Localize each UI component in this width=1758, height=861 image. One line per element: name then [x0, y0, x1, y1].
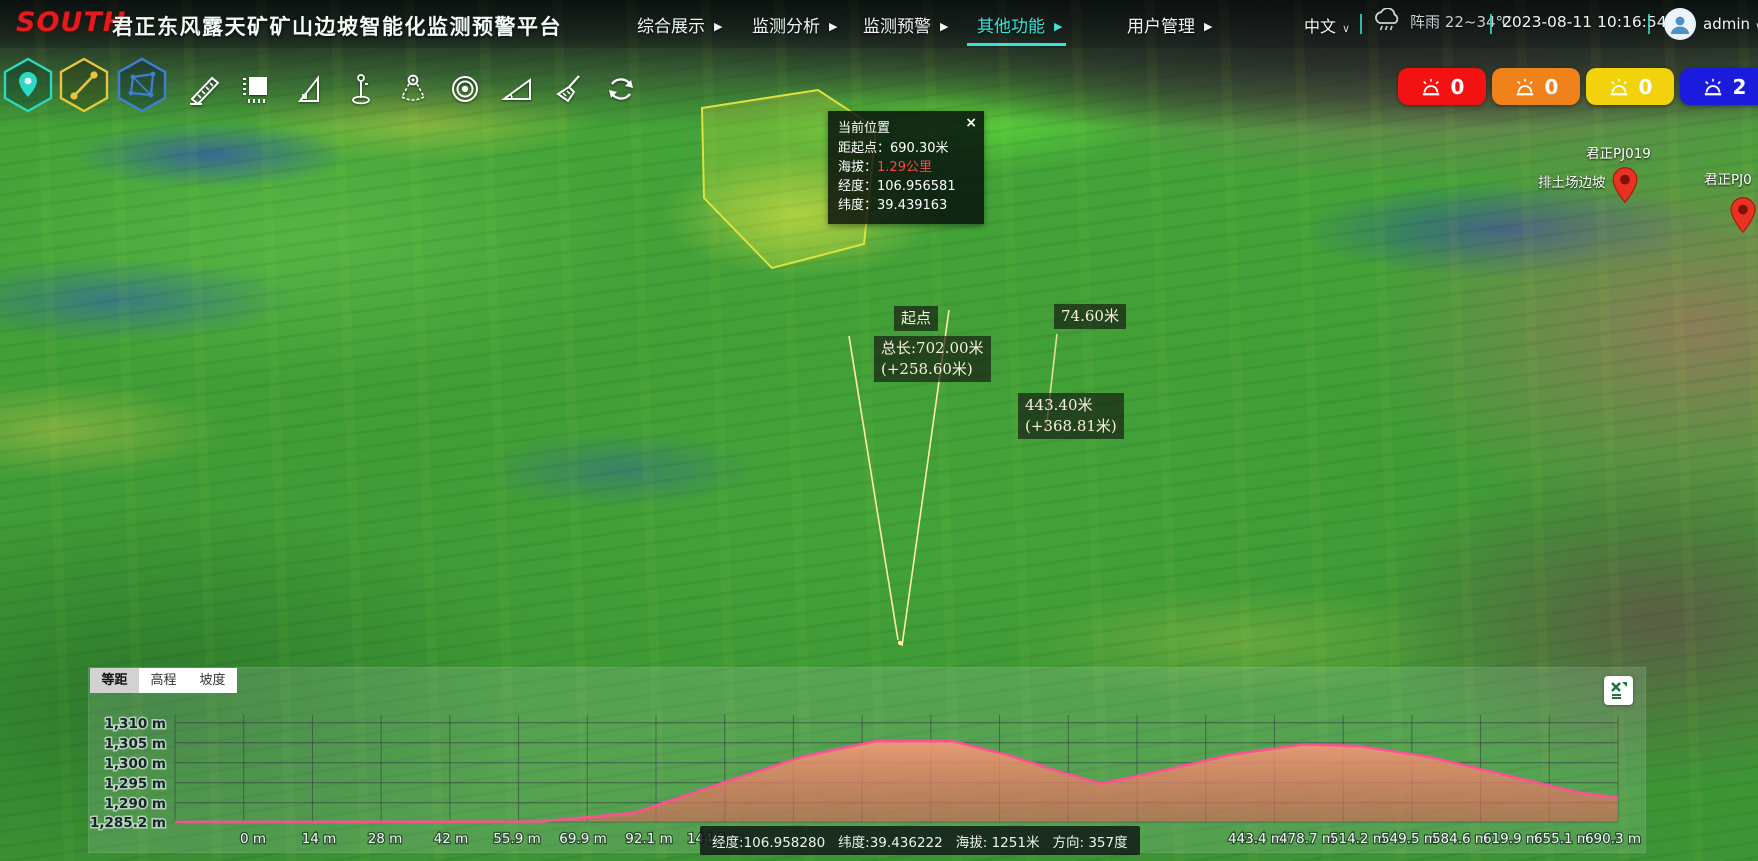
status-heading: 方向: 357度 [1052, 831, 1127, 851]
marker-label-pj0-clipped[interactable]: 君正PJ0 [1704, 168, 1752, 188]
nav-arrow-icon: ▶ [714, 20, 722, 33]
ruler-icon [188, 72, 222, 106]
refresh-icon [604, 72, 638, 106]
alarm-count: 0 [1545, 75, 1559, 99]
nav-monitoring-warning[interactable]: 监测预警▶ [863, 12, 948, 37]
tool-refresh-button[interactable] [604, 72, 638, 106]
nav-arrow-icon: ▶ [1054, 20, 1062, 33]
user-menu[interactable]: admin∨ [1703, 15, 1758, 33]
tool-ruler-button[interactable] [188, 72, 222, 106]
alarm-badge-red[interactable]: 0 [1398, 68, 1486, 105]
topbar-divider [1648, 14, 1650, 34]
map-pin-icon[interactable] [1730, 196, 1756, 234]
status-latitude: 纬度:39.436222 [838, 831, 943, 851]
measure-label-total: 总长:702.00米 (+258.60米) [874, 336, 991, 382]
map-pin-icon[interactable] [1612, 166, 1638, 204]
mode-measure-area-button[interactable] [116, 56, 168, 114]
alarm-count: 2 [1733, 75, 1747, 99]
view-cone-icon [396, 72, 430, 106]
tool-view-cone-button[interactable] [396, 72, 430, 106]
tooltip-title: 当前位置 [838, 119, 974, 138]
cursor-status-bar: 经度:106.958280 纬度:39.436222 海拔: 1251米 方向:… [700, 826, 1140, 855]
topbar-divider [1360, 14, 1362, 34]
tool-clear-broom-button[interactable] [552, 72, 586, 106]
measure-total-length: 总长:702.00米 [881, 338, 984, 359]
alarm-count: 0 [1451, 75, 1465, 99]
tab-slope[interactable]: 坡度 [188, 668, 237, 693]
measure-start-text: 起点 [901, 309, 931, 327]
nav-other-functions[interactable]: 其他功能▶ [977, 12, 1062, 37]
mode-measure-line-button[interactable] [58, 56, 110, 114]
chart-tabs: 等距 高程 坡度 [90, 668, 237, 693]
measure-label-segment1: 74.60米 [1054, 304, 1126, 329]
tool-height-triangle-button[interactable] [292, 72, 326, 106]
south-logo: SOUTH [16, 7, 126, 38]
measure-label-start: 起点 [894, 306, 938, 331]
siren-icon [1702, 77, 1724, 97]
current-position-tooltip: × 当前位置 距起点：690.30米 海拔：1.29公里 经度：106.9565… [828, 111, 984, 224]
tool-area-grid-button[interactable] [240, 72, 274, 106]
nav-arrow-icon: ▶ [1204, 20, 1212, 33]
nav-user-management[interactable]: 用户管理▶ [1127, 12, 1212, 37]
person-icon [1668, 12, 1692, 36]
language-selector[interactable]: 中文∨ [1304, 13, 1350, 37]
excel-export-button[interactable] [1604, 676, 1633, 705]
clear-broom-icon [552, 72, 586, 106]
area-grid-icon [240, 72, 274, 106]
measure-segment2-length: 443.40米 [1025, 395, 1117, 416]
tool-slope-triangle-button[interactable] [500, 72, 534, 106]
slope-triangle-icon [500, 72, 534, 106]
measure-segment2-delta: (+368.81米) [1025, 416, 1117, 437]
alarm-badge-orange[interactable]: 0 [1492, 68, 1580, 105]
nav-monitoring-analysis[interactable]: 监测分析▶ [752, 12, 837, 37]
rain-cloud-icon [1372, 8, 1402, 34]
page-title: 君正东风露天矿矿山边坡智能化监测预警平台 [112, 11, 562, 41]
nav-arrow-icon: ▶ [940, 20, 948, 33]
app-window: 起点 总长:702.00米 (+258.60米) 74.60米 443.40米 … [0, 0, 1758, 861]
tooltip-close-icon[interactable]: × [965, 114, 977, 133]
tool-flag-point-button[interactable] [344, 72, 378, 106]
tab-elevation[interactable]: 高程 [139, 668, 188, 693]
siren-icon [1514, 77, 1536, 97]
datetime-display: 2023-08-11 10:16:54 [1502, 13, 1667, 31]
weather-text: 阵雨 22~34℃ [1410, 11, 1512, 32]
marker-label-dump-slope[interactable]: 排土场边坡 [1538, 171, 1606, 191]
siren-icon [1608, 77, 1630, 97]
chevron-down-icon: ∨ [1342, 22, 1350, 35]
alarm-badge-blue[interactable]: 2 [1680, 68, 1758, 105]
tab-equal-distance[interactable]: 等距 [90, 668, 139, 693]
measure-segment1-text: 74.60米 [1061, 307, 1119, 325]
mode-location-pin-button[interactable] [2, 56, 54, 114]
status-longitude: 经度:106.958280 [712, 831, 825, 851]
nav-arrow-icon: ▶ [829, 20, 837, 33]
concentric-circles-icon [448, 72, 482, 106]
tooltip-row-longitude: 经度：106.956581 [838, 177, 974, 196]
measure-label-segment2: 443.40米 (+368.81米) [1018, 393, 1124, 439]
tool-concentric-circles-button[interactable] [448, 72, 482, 106]
siren-icon [1420, 77, 1442, 97]
height-triangle-icon [292, 72, 326, 106]
tooltip-row-distance: 距起点：690.30米 [838, 139, 974, 158]
excel-export-icon [1608, 680, 1629, 701]
user-avatar[interactable] [1664, 8, 1696, 40]
measure-total-delta: (+258.60米) [881, 359, 984, 380]
top-bar: SOUTH 君正东风露天矿矿山边坡智能化监测预警平台 综合展示▶ 监测分析▶ 监… [0, 0, 1758, 48]
alarm-count: 0 [1639, 75, 1653, 99]
topbar-divider [1490, 14, 1492, 34]
status-elevation: 海拔: 1251米 [956, 831, 1040, 851]
alarm-badge-yellow[interactable]: 0 [1586, 68, 1674, 105]
marker-label-pj019[interactable]: 君正PJ019 [1586, 142, 1651, 162]
tooltip-row-latitude: 纬度：39.439163 [838, 196, 974, 215]
nav-comprehensive-display[interactable]: 综合展示▶ [637, 12, 722, 37]
tooltip-row-elevation: 海拔：1.29公里 [838, 158, 974, 177]
flag-point-icon [344, 72, 378, 106]
